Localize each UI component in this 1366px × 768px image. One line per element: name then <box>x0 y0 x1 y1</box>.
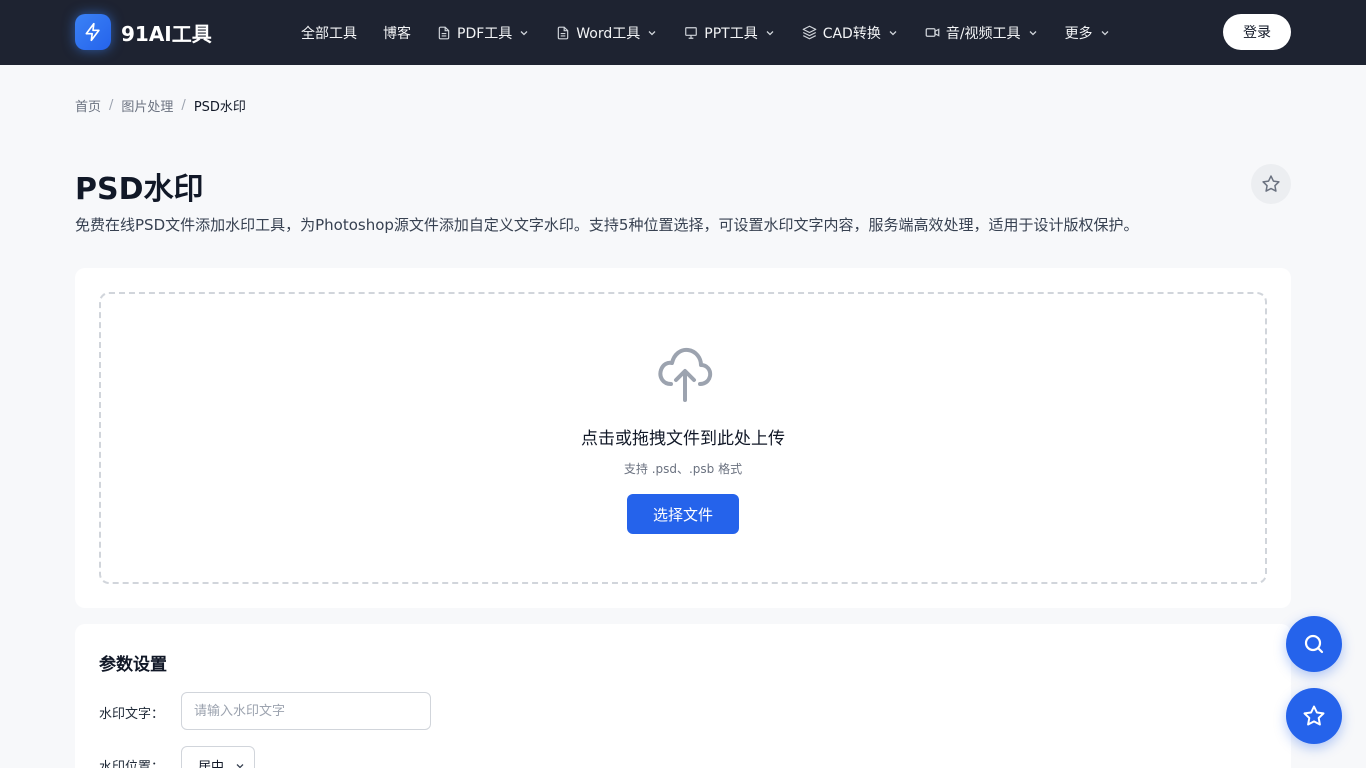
main-nav: 全部工具 博客 PDF工具 Word工具 PPT工具 CAD转换 音/视频工具 … <box>301 0 1137 65</box>
nav-label: CAD转换 <box>822 25 881 42</box>
select-value: 居中 <box>198 759 225 768</box>
nav-all-tools[interactable]: 全部工具 <box>301 23 357 43</box>
upload-format-hint: 支持 .psd、.psb 格式 <box>623 462 743 476</box>
watermark-position-select[interactable]: 居中 <box>181 746 255 768</box>
star-icon <box>1261 174 1281 194</box>
presentation-icon <box>684 26 698 40</box>
file-icon <box>556 26 570 40</box>
chevron-down-icon <box>1099 27 1111 39</box>
logo-text: 91AI工具 <box>121 21 212 46</box>
nav-label: 博客 <box>383 25 411 42</box>
top-navigation-bar: 91AI工具 全部工具 博客 PDF工具 Word工具 PPT工具 CAD转换 … <box>0 0 1366 65</box>
breadcrumb-home[interactable]: 首页 <box>75 96 101 115</box>
search-icon <box>1302 632 1326 656</box>
upload-dropzone[interactable]: 点击或拖拽文件到此处上传 支持 .psd、.psb 格式 选择文件 <box>99 292 1267 584</box>
upload-card: 点击或拖拽文件到此处上传 支持 .psd、.psb 格式 选择文件 <box>75 268 1291 608</box>
breadcrumb-current: PSD水印 <box>193 100 246 115</box>
page-description: 免费在线PSD文件添加水印工具，为Photoshop源文件添加自定义文字水印。支… <box>75 216 1139 234</box>
upload-title: 点击或拖拽文件到此处上传 <box>581 429 785 449</box>
nav-label: 音/视频工具 <box>945 25 1021 42</box>
nav-ppt-tools[interactable]: PPT工具 <box>684 23 775 43</box>
breadcrumb-separator: / <box>181 98 186 113</box>
breadcrumb-separator: / <box>109 98 114 113</box>
nav-label: 更多 <box>1064 25 1093 42</box>
nav-pdf-tools[interactable]: PDF工具 <box>437 23 530 43</box>
chevron-down-icon <box>646 27 658 39</box>
choose-file-button[interactable]: 选择文件 <box>627 494 739 534</box>
video-icon <box>925 25 940 40</box>
favorite-fab-button[interactable] <box>1286 688 1342 744</box>
nav-label: PDF工具 <box>457 25 513 42</box>
lightning-icon <box>75 14 111 50</box>
watermark-text-label: 水印文字： <box>99 707 165 722</box>
page-title: PSD水印 <box>75 172 204 207</box>
params-card: 参数设置 水印文字： 水印位置： 居中 <box>75 624 1291 768</box>
watermark-position-label: 水印位置： <box>99 760 165 768</box>
login-button[interactable]: 登录 <box>1223 14 1291 50</box>
star-icon <box>1302 704 1326 728</box>
nav-label: 全部工具 <box>301 25 357 42</box>
watermark-text-input[interactable] <box>181 692 431 730</box>
site-logo[interactable]: 91AI工具 <box>75 14 212 50</box>
nav-audio-video-tools[interactable]: 音/视频工具 <box>925 23 1039 43</box>
nav-label: PPT工具 <box>704 25 758 42</box>
nav-label: Word工具 <box>576 25 641 42</box>
chevron-down-icon <box>887 27 899 39</box>
cloud-upload-icon <box>657 344 713 408</box>
layers-icon <box>802 25 817 40</box>
breadcrumb: 首页 / 图片处理 / PSD水印 <box>75 96 246 115</box>
chevron-down-icon <box>764 27 776 39</box>
favorite-button[interactable] <box>1251 164 1291 204</box>
nav-cad-convert[interactable]: CAD转换 <box>802 23 899 43</box>
chevron-down-icon <box>518 27 530 39</box>
file-icon <box>437 26 451 40</box>
chevron-down-icon <box>1027 27 1039 39</box>
nav-word-tools[interactable]: Word工具 <box>556 23 658 43</box>
nav-more[interactable]: 更多 <box>1065 23 1111 43</box>
params-title: 参数设置 <box>99 655 167 675</box>
search-fab-button[interactable] <box>1286 616 1342 672</box>
breadcrumb-category[interactable]: 图片处理 <box>121 96 173 115</box>
nav-blog[interactable]: 博客 <box>383 23 411 43</box>
chevron-down-icon <box>234 760 246 768</box>
